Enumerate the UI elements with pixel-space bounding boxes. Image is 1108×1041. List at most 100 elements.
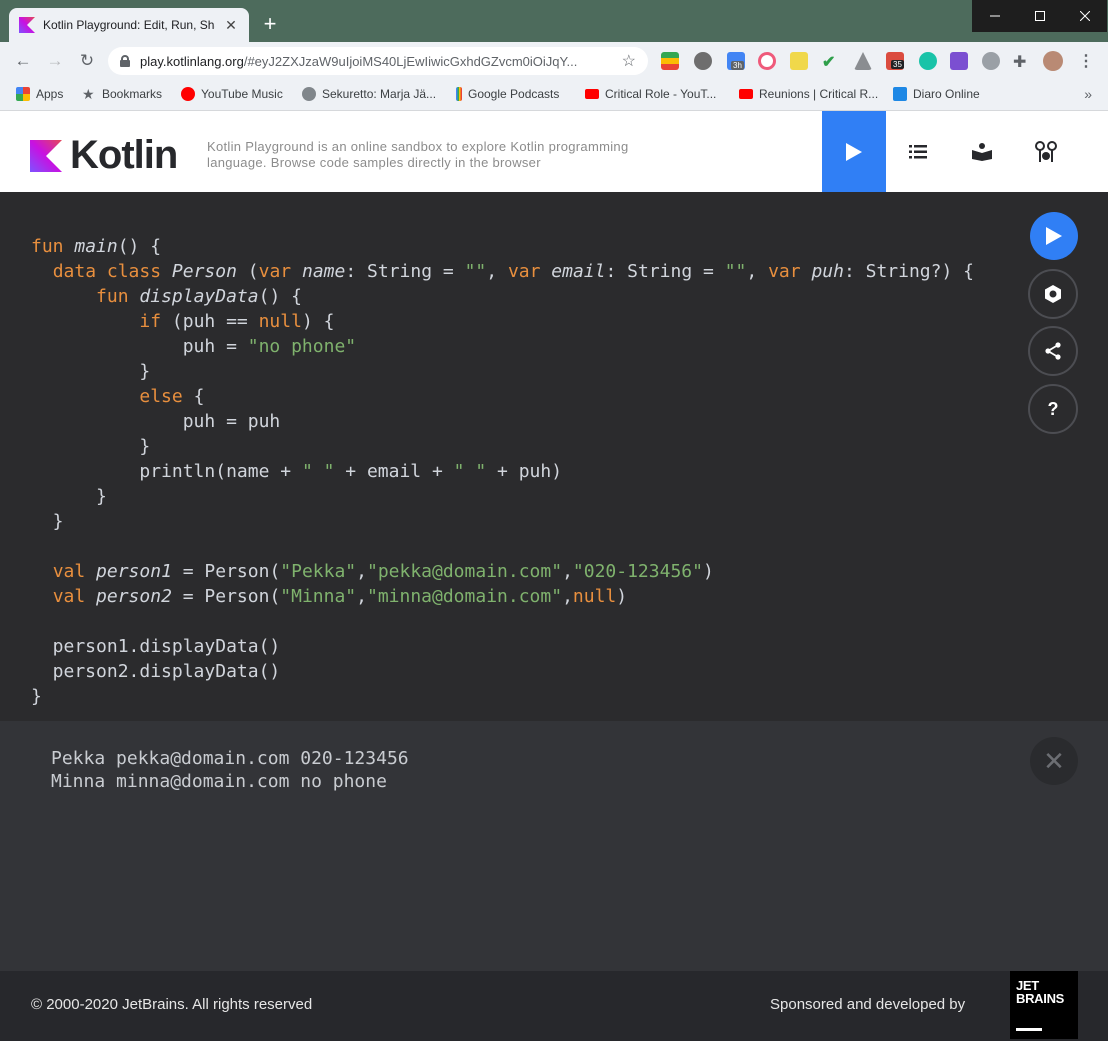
code-text[interactable]: fun main() { data class Person (var name…: [31, 234, 974, 709]
extension-onenote-icon[interactable]: [950, 52, 968, 70]
code-token: : String?) {: [843, 261, 974, 282]
code-token: " ": [301, 461, 335, 482]
extension-calendar-icon[interactable]: 3h: [727, 52, 745, 70]
code-token: }: [31, 361, 151, 382]
code-editor[interactable]: fun main() { data class Person (var name…: [0, 192, 1108, 721]
code-line[interactable]: }: [31, 684, 974, 709]
reload-icon[interactable]: ↻: [76, 50, 98, 72]
bookmark-label: Critical Role - YouT...: [605, 87, 717, 101]
code-token: ,: [562, 561, 573, 582]
code-line[interactable]: fun displayData() {: [31, 284, 974, 309]
bookmark-youtube-music[interactable]: YouTube Music: [181, 87, 283, 101]
code-token: person2: [96, 586, 172, 607]
code-line[interactable]: puh = "no phone": [31, 334, 974, 359]
menu-kebab-icon[interactable]: ⋮: [1078, 51, 1094, 71]
extension-circle-icon[interactable]: [758, 52, 776, 70]
code-token: : String =: [605, 261, 725, 282]
address-bar[interactable]: play.kotlinlang.org/#eyJ2ZXJzaW9uIjoiMS4…: [108, 47, 648, 75]
extension-m-icon[interactable]: [919, 52, 937, 70]
code-line[interactable]: }: [31, 434, 974, 459]
code-line[interactable]: data class Person (var name: String = ""…: [31, 259, 974, 284]
site-tagline: Kotlin Playground is an online sandbox t…: [207, 139, 629, 170]
code-line[interactable]: }: [31, 484, 974, 509]
forward-arrow-icon[interactable]: →: [44, 50, 66, 72]
window-close-button[interactable]: [1062, 0, 1107, 32]
extensions-puzzle-icon[interactable]: ✚: [1013, 52, 1031, 71]
code-line[interactable]: else {: [31, 384, 974, 409]
window-minimize-button[interactable]: [972, 0, 1017, 32]
code-token: val: [52, 586, 97, 607]
bookmark-label: Reunions | Critical R...: [759, 87, 879, 101]
code-token: null: [258, 311, 302, 332]
header-learn-button[interactable]: [950, 111, 1014, 192]
new-tab-button[interactable]: +: [258, 12, 282, 36]
maximize-icon: [1034, 11, 1045, 21]
help-button[interactable]: ?: [1028, 384, 1078, 434]
code-token: person1.displayData(): [31, 636, 281, 657]
extension-hex-icon[interactable]: [982, 52, 1000, 70]
code-line[interactable]: }: [31, 359, 974, 384]
browser-tab[interactable]: Kotlin Playground: Edit, Run, Sha ✕: [9, 8, 249, 42]
extension-smile-icon[interactable]: [790, 52, 808, 70]
youtube-music-icon: [181, 87, 195, 101]
code-line[interactable]: val person1 = Person("Pekka","pekka@doma…: [31, 559, 974, 584]
window-maximize-button[interactable]: [1017, 0, 1062, 32]
back-arrow-icon[interactable]: ←: [12, 50, 34, 72]
bookmarks-more-button[interactable]: »: [1084, 86, 1092, 102]
code-line[interactable]: [31, 609, 974, 634]
run-button[interactable]: [1030, 212, 1078, 260]
extension-drive-icon[interactable]: [854, 52, 872, 70]
kotlin-logo[interactable]: Kotlin: [30, 133, 178, 178]
code-token: email: [551, 261, 606, 282]
code-token: + email +: [334, 461, 454, 482]
settings-button[interactable]: [1028, 269, 1078, 319]
extension-todoist-icon[interactable]: 35: [886, 52, 904, 70]
code-token: puh =: [31, 336, 248, 357]
code-token: person1: [96, 561, 172, 582]
bookmark-reunions[interactable]: Reunions | Critical R...: [739, 87, 878, 101]
list-icon: [909, 144, 927, 158]
profile-avatar[interactable]: [1043, 51, 1063, 71]
code-line[interactable]: fun main() {: [31, 234, 974, 259]
code-token: }: [31, 486, 107, 507]
bookmark-apps[interactable]: Apps: [16, 87, 63, 101]
code-token: name: [301, 261, 346, 282]
code-line[interactable]: [31, 534, 974, 559]
kotlin-favicon-icon: [19, 17, 35, 33]
jetbrains-logo-bar: [1016, 1028, 1042, 1031]
bookmark-star-icon[interactable]: ☆: [622, 51, 636, 71]
tab-close-icon[interactable]: ✕: [223, 17, 239, 34]
extension-color-icon[interactable]: [661, 52, 679, 70]
code-token: ,: [486, 261, 508, 282]
code-line[interactable]: }: [31, 509, 974, 534]
bookmarks-bar: Apps ★ Bookmarks YouTube Music Sekuretto:…: [0, 80, 1108, 111]
bookmark-sekuretto[interactable]: Sekuretto: Marja Jä...: [302, 87, 436, 101]
header-examples-button[interactable]: [886, 111, 950, 192]
code-line[interactable]: println(name + " " + email + " " + puh): [31, 459, 974, 484]
code-token: }: [31, 686, 42, 707]
code-token: "Pekka": [280, 561, 357, 582]
share-button[interactable]: [1028, 326, 1078, 376]
code-line[interactable]: person1.displayData(): [31, 634, 974, 659]
close-output-button[interactable]: ✕: [1030, 737, 1078, 785]
globe-icon: [302, 87, 316, 101]
extension-bulb-icon[interactable]: [694, 52, 712, 70]
code-token: "020-123456": [572, 561, 703, 582]
code-line[interactable]: person2.displayData(): [31, 659, 974, 684]
book-reader-icon: [972, 142, 992, 161]
extension-check-icon[interactable]: ✔: [822, 52, 840, 71]
code-line[interactable]: val person2 = Person("Minna","minna@doma…: [31, 584, 974, 609]
bookmark-bookmarks[interactable]: ★ Bookmarks: [82, 87, 162, 101]
bookmark-critical-role[interactable]: Critical Role - YouT...: [585, 87, 716, 101]
output-line: Minna minna@domain.com no phone: [51, 771, 387, 792]
code-line[interactable]: puh = puh: [31, 409, 974, 434]
bookmark-diaro[interactable]: Diaro Online: [893, 87, 980, 101]
header-run-button[interactable]: [822, 111, 886, 192]
header-koans-button[interactable]: [1014, 111, 1078, 192]
jetbrains-logo[interactable]: JET BRAINS: [1010, 971, 1078, 1039]
code-token: null: [572, 586, 617, 607]
logo-wordmark: Kotlin: [70, 133, 178, 177]
code-line[interactable]: if (puh == null) {: [31, 309, 974, 334]
bookmark-google-podcasts[interactable]: Google Podcasts: [456, 87, 559, 101]
